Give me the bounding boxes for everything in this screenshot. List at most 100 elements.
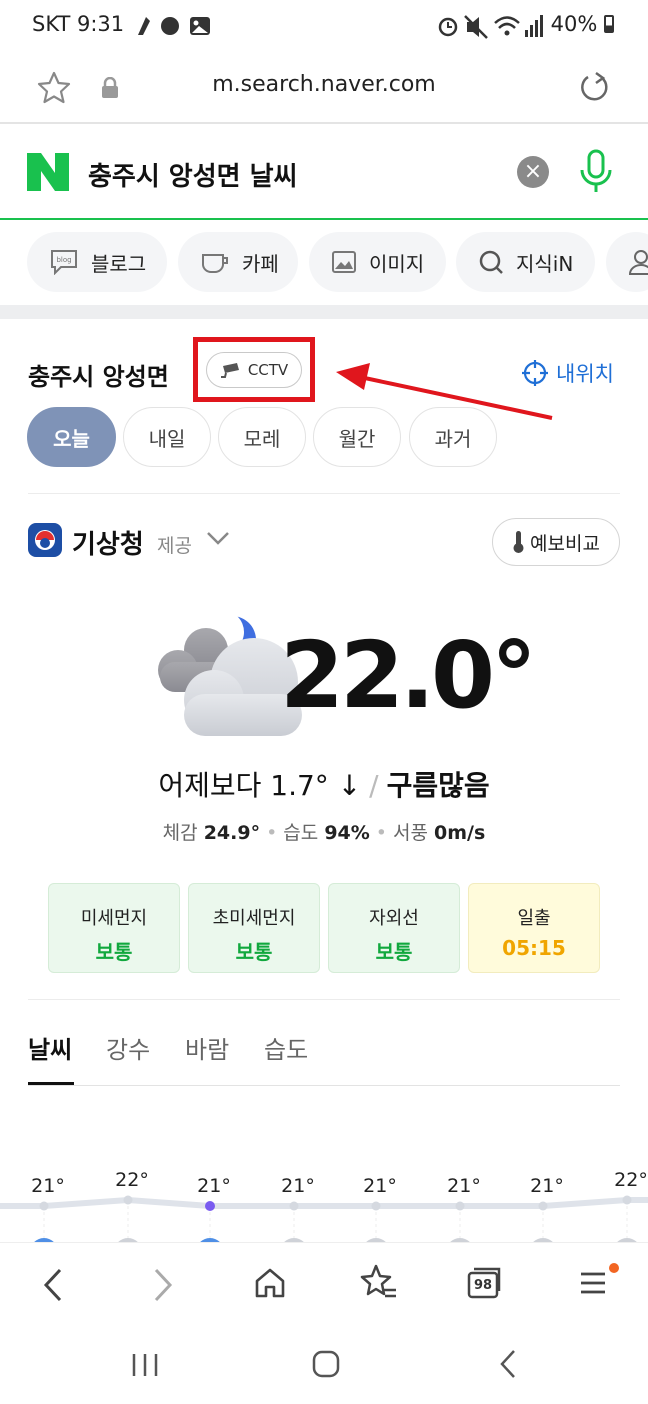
card-value: 보통	[375, 940, 413, 964]
system-back-icon[interactable]	[494, 1348, 524, 1380]
temperature-label: 21°	[447, 1175, 481, 1197]
category-label: 블로그	[91, 251, 147, 276]
ultrafine-dust-card[interactable]: 초미세먼지 보통	[188, 883, 320, 973]
category-chip-person[interactable]	[606, 232, 648, 292]
section-divider	[0, 305, 648, 319]
humidity-label: 습도	[283, 822, 319, 844]
humidity-value: 94%	[324, 822, 370, 844]
wind-label: 서풍	[393, 822, 428, 844]
day-tab-tomorrow[interactable]: 내일	[123, 407, 211, 467]
naver-logo[interactable]	[27, 153, 69, 191]
search-input[interactable]: 충주시 앙성면 날씨	[88, 156, 297, 193]
compare-label: 예보비교	[530, 532, 600, 555]
tab-weather[interactable]: 날씨	[28, 1030, 72, 1065]
recent-apps-icon[interactable]	[130, 1350, 162, 1380]
system-navigation-bar	[0, 1328, 648, 1404]
tab-humidity[interactable]: 습도	[264, 1030, 308, 1065]
card-label: 미세먼지	[80, 908, 148, 929]
status-bar: SKT 9:31 40%	[0, 0, 648, 52]
day-tab-past[interactable]: 과거	[409, 407, 497, 467]
temperature-point	[39, 1201, 49, 1211]
temperature-point	[622, 1195, 632, 1205]
day-tab-day-after[interactable]: 모레	[218, 407, 306, 467]
home-icon[interactable]	[252, 1265, 288, 1301]
temperature-label: 21°	[530, 1175, 564, 1197]
forecast-compare-button[interactable]: 예보비교	[492, 518, 620, 566]
temperature-comparison: 어제보다 1.7° ↓ / 구름많음	[158, 769, 490, 802]
annotation-highlight-box	[193, 337, 315, 402]
status-time: SKT 9:31	[32, 12, 125, 36]
card-label: 자외선	[369, 908, 419, 929]
clear-search-button[interactable]: ×	[517, 156, 549, 188]
divider	[28, 493, 620, 494]
location-title: 충주시 앙성면	[28, 363, 169, 391]
provider-suffix: 제공	[157, 535, 192, 557]
image-icon	[332, 251, 356, 273]
compare-yesterday: 어제보다 1.7° ↓	[158, 769, 362, 802]
search-icon	[479, 250, 503, 274]
system-status-icons	[438, 15, 543, 39]
temperature-point	[205, 1201, 215, 1211]
temperature-label: 21°	[31, 1175, 65, 1197]
day-tab-monthly[interactable]: 월간	[313, 407, 401, 467]
temperature-point	[538, 1201, 548, 1211]
temperature-label: 21°	[281, 1175, 315, 1197]
tabs-button[interactable]: 98	[466, 1267, 502, 1301]
temperature-point	[123, 1195, 133, 1205]
menu-icon[interactable]	[578, 1263, 620, 1303]
card-value: 05:15	[502, 936, 566, 960]
thermometer-icon	[513, 531, 524, 553]
notification-icons	[138, 17, 210, 35]
current-temperature: 22.0°	[280, 622, 537, 729]
uv-card[interactable]: 자외선 보통	[328, 883, 460, 973]
url-text[interactable]: m.search.naver.com	[0, 72, 648, 97]
provider-name: 기상청	[72, 530, 144, 560]
category-label: 카페	[242, 251, 279, 276]
system-home-icon[interactable]	[310, 1348, 342, 1380]
my-location-button[interactable]: 내위치	[522, 358, 614, 388]
weather-details: 체감 24.9° • 습도 94% • 서풍 0m/s	[162, 822, 486, 844]
fine-dust-card[interactable]: 미세먼지 보통	[48, 883, 180, 973]
temperature-point	[289, 1201, 299, 1211]
back-icon[interactable]	[38, 1267, 68, 1303]
forward-icon[interactable]	[148, 1267, 178, 1303]
active-tab-indicator	[28, 1082, 74, 1085]
weather-condition: 구름많음	[386, 769, 490, 802]
card-value: 보통	[235, 940, 273, 964]
voice-search-mic-icon[interactable]	[576, 148, 616, 196]
temperature-label: 21°	[363, 1175, 397, 1197]
category-label: 지식iN	[516, 251, 574, 276]
category-chip-blog[interactable]: blog 블로그	[27, 232, 167, 292]
sunrise-card[interactable]: 일출 05:15	[468, 883, 600, 973]
battery-icon	[604, 15, 614, 33]
svg-text:blog: blog	[56, 256, 71, 264]
tab-precipitation[interactable]: 강수	[106, 1030, 150, 1065]
kma-logo-icon	[28, 523, 62, 557]
battery-level: 40%	[551, 12, 614, 36]
card-label: 일출	[517, 908, 551, 929]
category-label: 이미지	[369, 251, 425, 276]
card-value: 보통	[95, 940, 133, 964]
tab-wind[interactable]: 바람	[185, 1030, 229, 1065]
category-chip-image[interactable]: 이미지	[309, 232, 446, 292]
reload-icon[interactable]	[576, 70, 612, 106]
temperature-point	[371, 1201, 381, 1211]
category-chip-kin[interactable]: 지식iN	[456, 232, 595, 292]
divider	[28, 999, 620, 1000]
temperature-point	[455, 1201, 465, 1211]
close-icon: ×	[523, 159, 543, 184]
bookmarks-star-icon[interactable]	[358, 1263, 398, 1303]
cup-icon	[202, 254, 228, 274]
feels-like-label: 체감	[162, 822, 198, 844]
chevron-down-icon[interactable]	[206, 530, 230, 546]
card-label: 초미세먼지	[212, 908, 296, 929]
temperature-label: 22°	[115, 1169, 149, 1191]
tabs-divider	[28, 1085, 620, 1086]
feels-like-value: 24.9°	[203, 822, 261, 844]
hourly-temperature-chart[interactable]: 21° 22° 21° 21° 21° 21° 21° 22°	[0, 1160, 648, 1242]
tabs-count: 98	[473, 1278, 493, 1293]
category-chip-cafe[interactable]: 카페	[178, 232, 298, 292]
my-location-label: 내위치	[556, 362, 614, 386]
day-tab-today[interactable]: 오늘	[27, 407, 116, 467]
wind-value: 0m/s	[434, 822, 486, 844]
